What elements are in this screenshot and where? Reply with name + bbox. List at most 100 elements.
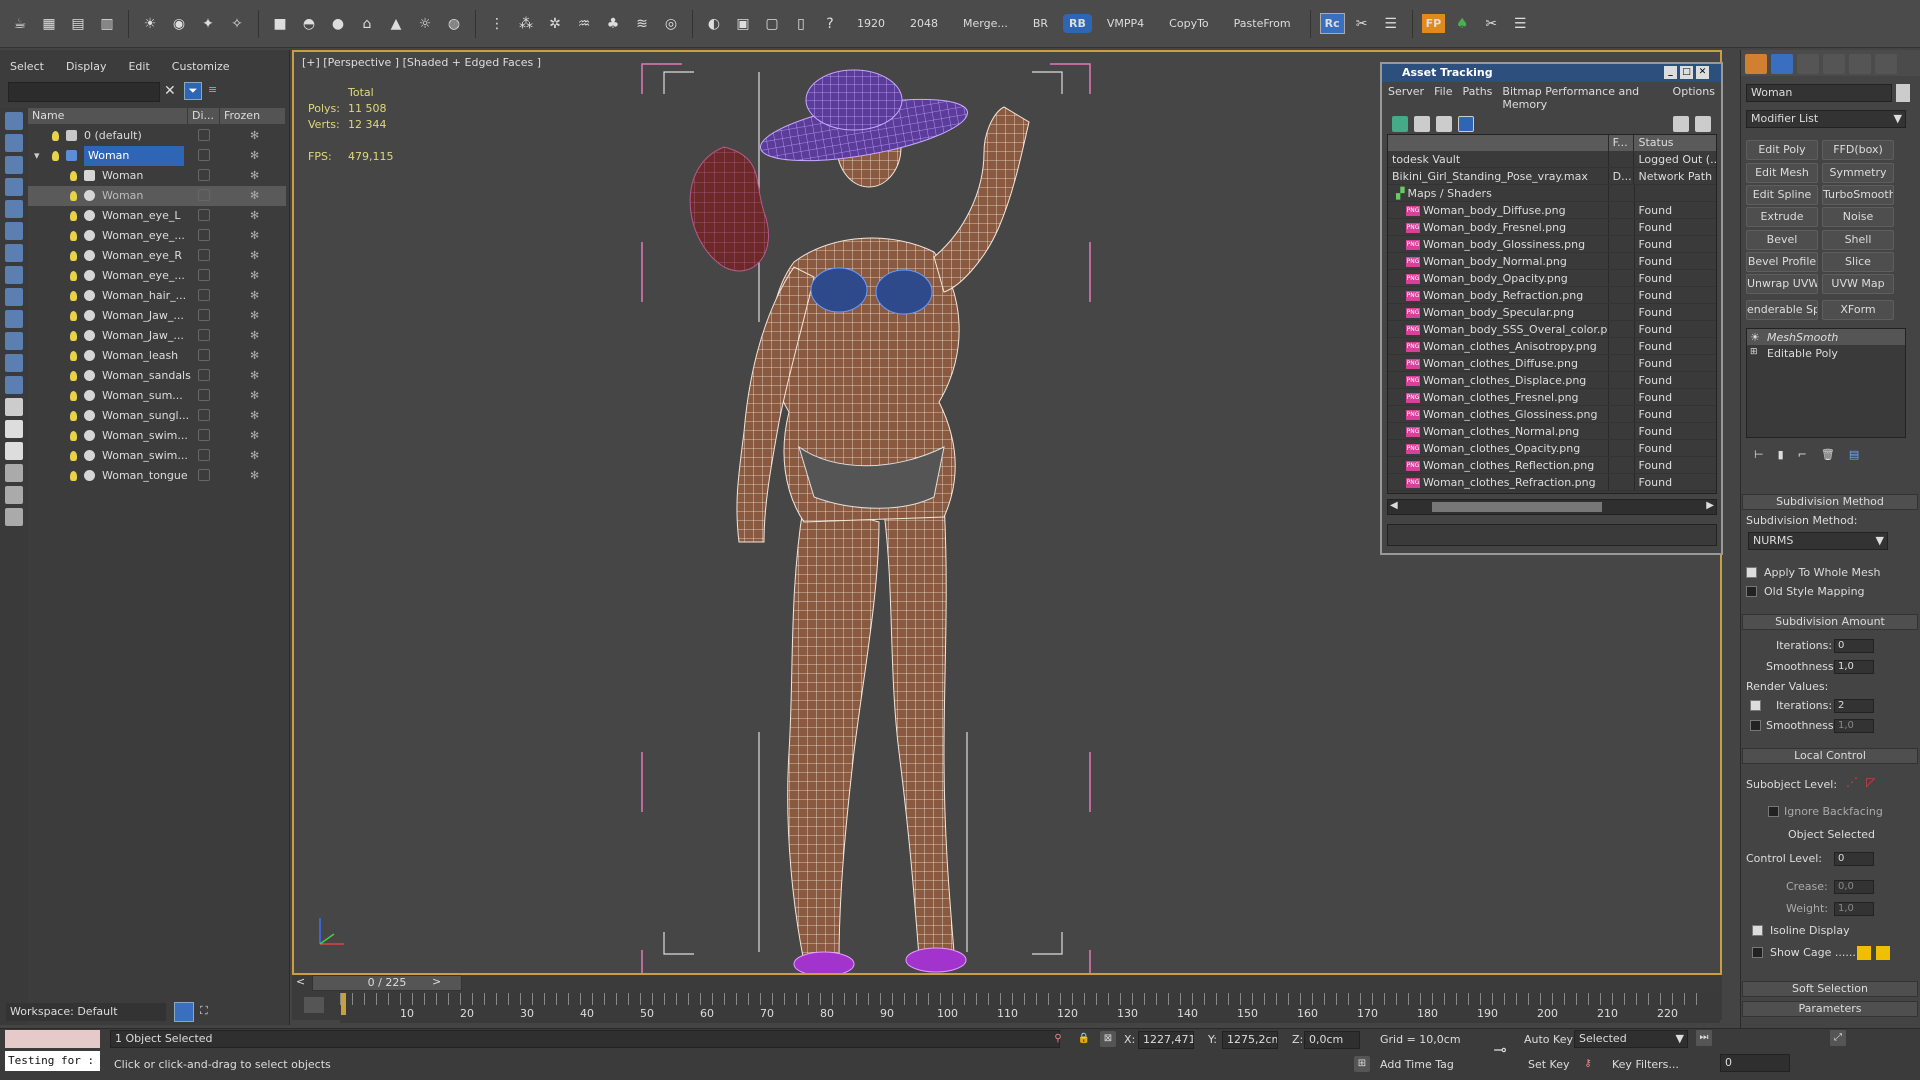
- expand-icon[interactable]: ▾: [34, 146, 40, 166]
- lightbulb-icon[interactable]: [70, 291, 77, 301]
- space-warp-icon[interactable]: ✧: [225, 12, 249, 36]
- rollout-parameters[interactable]: Parameters: [1742, 1001, 1918, 1017]
- geometry-filter-icon[interactable]: [5, 156, 23, 174]
- light-icon[interactable]: ☀: [138, 12, 162, 36]
- edit-spline-button[interactable]: Edit Spline: [1746, 185, 1818, 205]
- snowflake-icon[interactable]: ✻: [250, 386, 259, 406]
- settings-icon[interactable]: [5, 508, 23, 526]
- symmetry-button[interactable]: Symmetry: [1822, 163, 1894, 183]
- bone-filter-icon[interactable]: [5, 332, 23, 350]
- lightbulb-icon[interactable]: [70, 331, 77, 341]
- shape-filter-icon[interactable]: [5, 178, 23, 196]
- edit-poly-button[interactable]: Edit Poly: [1746, 140, 1818, 160]
- teapot-primitive-icon[interactable]: ⌂: [355, 12, 379, 36]
- toolbar-label[interactable]: BR: [1023, 17, 1058, 30]
- table-row[interactable]: PNG Woman_clothes_Displace.png Found: [1388, 372, 1716, 389]
- snowflake-icon[interactable]: ✻: [250, 466, 259, 486]
- fur-icon[interactable]: ≋: [630, 12, 654, 36]
- rollout-local-control[interactable]: Local Control: [1742, 748, 1918, 764]
- sphere-icon[interactable]: ●: [326, 12, 350, 36]
- control-level-spinner[interactable]: 0: [1834, 852, 1874, 866]
- layer-manager-icon[interactable]: [174, 1002, 194, 1022]
- turbosmooth-button[interactable]: TurboSmooth: [1822, 185, 1894, 205]
- crease-spinner[interactable]: 0,0: [1834, 880, 1874, 894]
- display-icon[interactable]: [198, 129, 210, 141]
- menu-select[interactable]: Select: [10, 60, 44, 73]
- modifier-list-dropdown[interactable]: Modifier List ▼: [1746, 110, 1906, 128]
- table-row[interactable]: PNG Woman_body_Diffuse.png Found: [1388, 202, 1716, 219]
- list-icon[interactable]: ☰: [1379, 12, 1403, 36]
- hair-icon[interactable]: ♒: [572, 12, 596, 36]
- display-icon[interactable]: [198, 289, 210, 301]
- stack-item-meshsmooth[interactable]: ☀ MeshSmooth: [1747, 329, 1905, 345]
- column-full-path[interactable]: F...: [1609, 135, 1635, 151]
- scene-object-row[interactable]: Woman_Jaw_... ✻: [28, 326, 286, 346]
- display-icon[interactable]: [198, 429, 210, 441]
- render-setup-icon[interactable]: ▦: [37, 12, 61, 36]
- material-editor-icon[interactable]: ▤: [66, 12, 90, 36]
- disc-icon[interactable]: ◍: [442, 12, 466, 36]
- weight-spinner[interactable]: 1,0: [1834, 902, 1874, 916]
- scene-object-row[interactable]: Woman_sandals ✻: [28, 366, 286, 386]
- isoline-display-checkbox[interactable]: [1752, 925, 1763, 936]
- column-name[interactable]: [1388, 135, 1609, 151]
- snowflake-icon[interactable]: ✻: [250, 366, 259, 386]
- table-row[interactable]: ▞ Maps / Shaders: [1388, 185, 1716, 202]
- display-icon[interactable]: [198, 329, 210, 341]
- toolbar-label[interactable]: PasteFrom: [1224, 17, 1301, 30]
- horizontal-scrollbar[interactable]: ◀ ▶: [1387, 499, 1717, 515]
- toolbar-label[interactable]: 1920: [847, 17, 895, 30]
- forest-icon[interactable]: ♠: [1450, 12, 1474, 36]
- transform-mode-icon[interactable]: ⊠: [1100, 1031, 1116, 1047]
- display-icon[interactable]: [198, 389, 210, 401]
- column-frozen[interactable]: Frozen: [220, 108, 286, 124]
- scene-object-row[interactable]: Woman_eye_... ✻: [28, 266, 286, 286]
- scroll-right-icon[interactable]: ▶: [1706, 500, 1714, 511]
- shell-button[interactable]: Shell: [1822, 230, 1894, 250]
- settings-icon[interactable]: [1695, 116, 1711, 132]
- apply-whole-mesh-checkbox[interactable]: [1746, 567, 1757, 578]
- maximize-icon[interactable]: □: [1680, 66, 1693, 79]
- display-none-icon[interactable]: [5, 112, 23, 130]
- snowflake-icon[interactable]: ✻: [250, 286, 259, 306]
- snowflake-icon[interactable]: ✻: [250, 306, 259, 326]
- lightbulb-icon[interactable]: [70, 171, 77, 181]
- snowflake-icon[interactable]: ✻: [250, 346, 259, 366]
- table-row[interactable]: PNG Woman_clothes_Anisotropy.png Found: [1388, 338, 1716, 355]
- smoothness-spinner[interactable]: 1,0: [1834, 660, 1874, 674]
- display-all-icon[interactable]: [5, 134, 23, 152]
- camera-filter-icon[interactable]: [5, 222, 23, 240]
- render-iterations-checkbox[interactable]: [1750, 700, 1761, 711]
- table-row[interactable]: PNG Woman_clothes_Reflection.png Found: [1388, 457, 1716, 474]
- renderable-spline-button[interactable]: enderable Splir: [1746, 300, 1818, 320]
- maxscript-listener-pink[interactable]: [5, 1030, 100, 1048]
- grass-icon[interactable]: ♣: [601, 12, 625, 36]
- slice-button[interactable]: Slice: [1822, 252, 1894, 272]
- workspace-dropdown[interactable]: Workspace: Default: [6, 1003, 166, 1021]
- table-view-icon[interactable]: [1458, 116, 1474, 132]
- set-key-mode-icon[interactable]: ⊸: [1486, 1042, 1514, 1058]
- snowflake-icon[interactable]: ✻: [250, 206, 259, 226]
- list-icon[interactable]: ☰: [1508, 12, 1532, 36]
- table-row[interactable]: PNG Woman_body_Normal.png Found: [1388, 253, 1716, 270]
- edit-mesh-button[interactable]: Edit Mesh: [1746, 163, 1818, 183]
- snowflake-icon[interactable]: ✻: [250, 246, 259, 266]
- camera-icon[interactable]: ◉: [167, 12, 191, 36]
- display-icon[interactable]: [198, 229, 210, 241]
- filter-icon[interactable]: ⏷: [184, 82, 202, 100]
- scatter-icon[interactable]: ✲: [543, 12, 567, 36]
- time-slider-prev-icon[interactable]: <: [296, 975, 305, 988]
- light-filter-icon[interactable]: [5, 200, 23, 218]
- maximize-viewport-icon[interactable]: ⤢: [1830, 1030, 1846, 1046]
- menu-paths[interactable]: Paths: [1463, 85, 1493, 111]
- time-slider-next-icon[interactable]: >: [432, 975, 441, 988]
- toolbar-label[interactable]: Rc: [1319, 13, 1345, 34]
- layer-icon[interactable]: [5, 442, 23, 460]
- table-row[interactable]: PNG Woman_body_Refraction.png Found: [1388, 287, 1716, 304]
- helper-filter-icon[interactable]: [5, 244, 23, 262]
- display-icon[interactable]: [198, 249, 210, 261]
- lightbulb-icon[interactable]: [52, 131, 59, 141]
- hidden-filter-icon[interactable]: [5, 398, 23, 416]
- document-icon[interactable]: ▯: [789, 12, 813, 36]
- hierarchy-icon[interactable]: ≡: [208, 83, 217, 96]
